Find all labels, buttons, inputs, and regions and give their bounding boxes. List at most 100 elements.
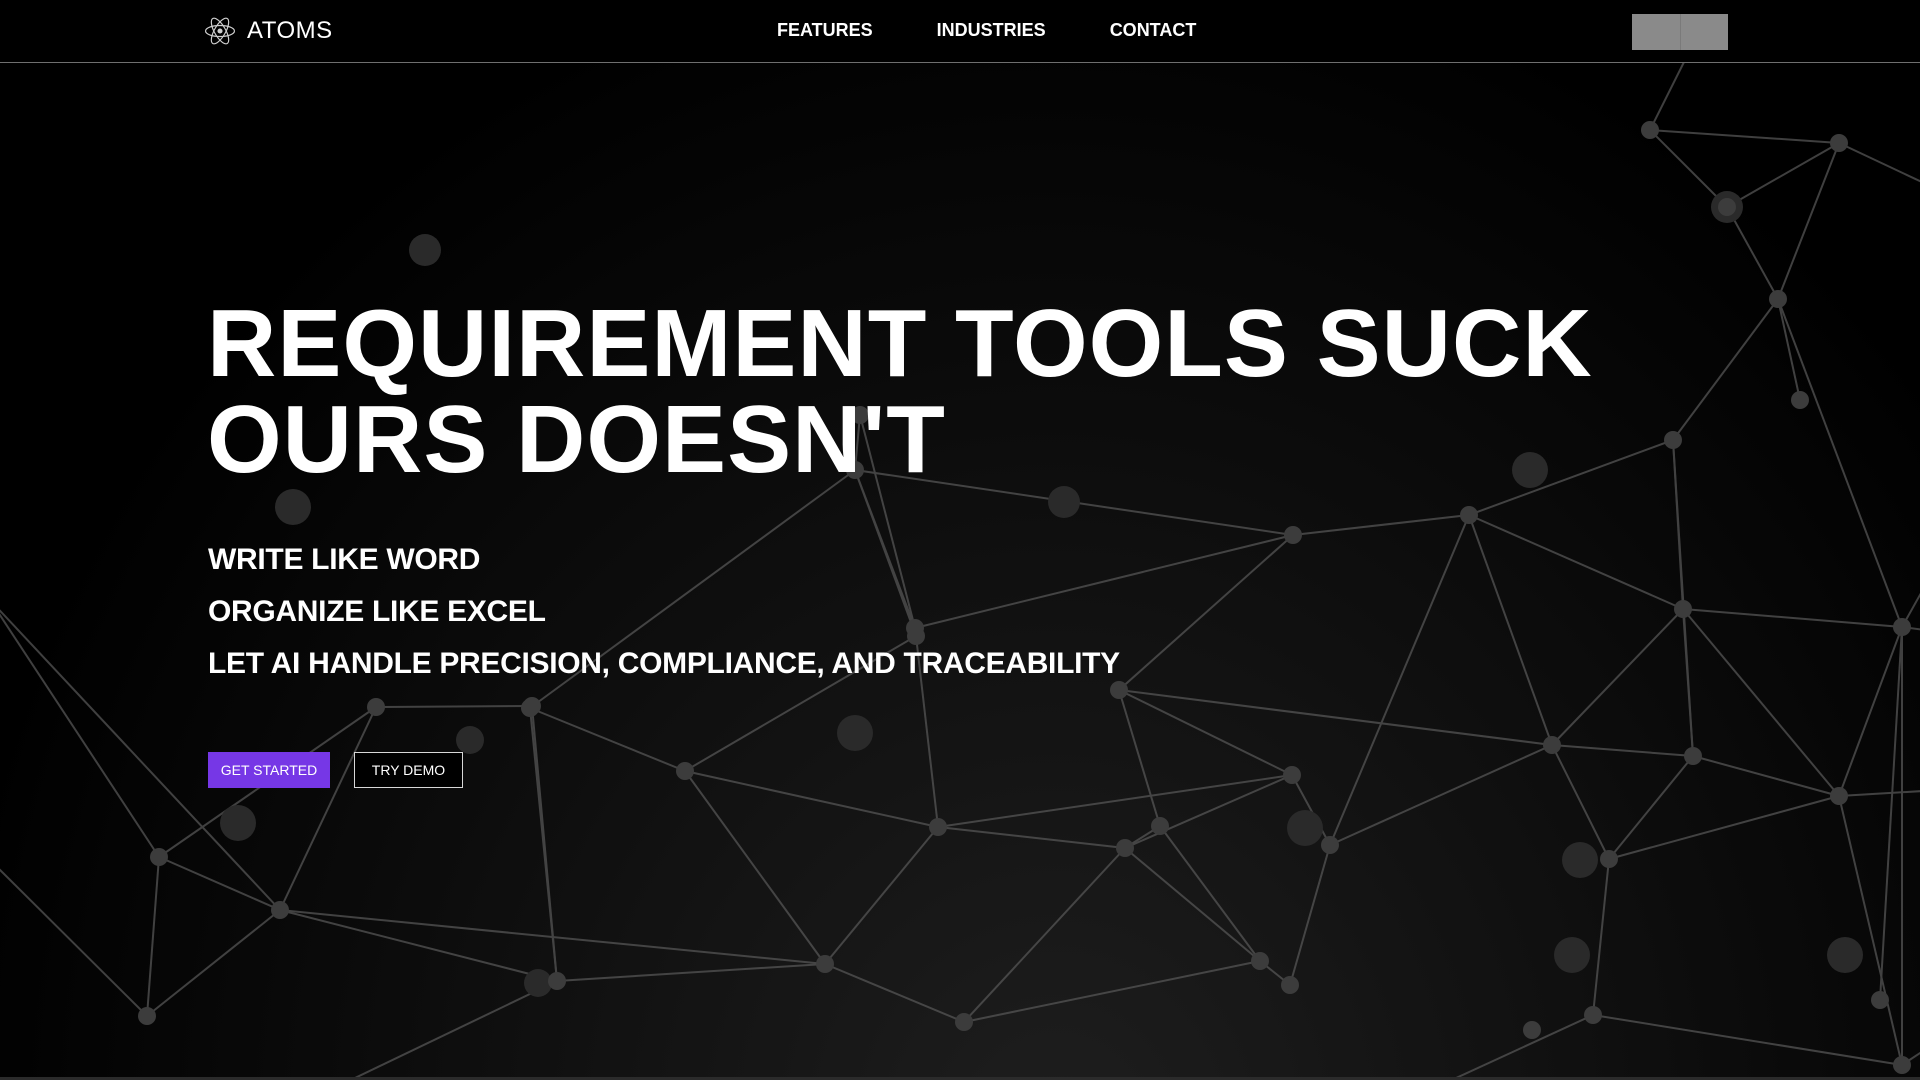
network-edge <box>1124 847 1261 962</box>
network-node <box>1893 618 1911 636</box>
network-node <box>1871 991 1889 1009</box>
network-edge <box>824 826 939 965</box>
brand-logo[interactable]: ATOMS <box>203 13 333 49</box>
get-started-button[interactable]: GET STARTED <box>208 752 330 788</box>
network-edge <box>1649 129 1840 144</box>
network-edge <box>1118 689 1293 776</box>
network-node <box>929 818 947 836</box>
network-edge <box>279 909 826 965</box>
network-node-faint <box>275 489 311 525</box>
network-edge <box>1468 514 1684 610</box>
network-node <box>1283 766 1301 784</box>
network-edge <box>1649 129 1728 208</box>
network-edge <box>1838 795 1903 1066</box>
network-edge <box>1682 608 1840 797</box>
network-edge <box>1608 795 1840 860</box>
nav-link-industries[interactable]: INDUSTRIES <box>937 20 1046 41</box>
network-edge <box>1838 790 1920 797</box>
network-node-faint <box>1287 810 1323 846</box>
network-edge <box>529 707 686 772</box>
hero-title-line-1: REQUIREMENT TOOLS SUCK <box>207 290 1593 397</box>
network-edge <box>1592 858 1610 1016</box>
network-edge <box>684 770 939 828</box>
network-edge <box>1672 298 1779 441</box>
network-background <box>0 21 1920 1080</box>
network-edge <box>1292 514 1470 536</box>
network-node <box>150 848 168 866</box>
network-edge <box>1592 1014 1903 1066</box>
hero-title: REQUIREMENT TOOLS SUCK OURS DOESN'T <box>207 296 1593 488</box>
network-edge <box>158 856 281 911</box>
network-edge <box>1551 744 1694 757</box>
network-node <box>955 1013 973 1031</box>
network-edge <box>531 705 558 982</box>
network-edge <box>146 856 160 1017</box>
network-edge <box>1118 689 1161 827</box>
try-demo-button[interactable]: TRY DEMO <box>354 752 463 788</box>
network-edge <box>348 980 558 1080</box>
network-edge <box>1329 744 1553 846</box>
network-edge <box>1551 744 1610 860</box>
network-node <box>1674 600 1692 618</box>
top-navbar: ATOMS FEATURES INDUSTRIES CONTACT <box>0 0 1920 63</box>
network-edge <box>1777 298 1903 628</box>
network-node <box>1718 198 1736 216</box>
network-node <box>1284 526 1302 544</box>
network-node-faint <box>409 234 441 266</box>
network-edge <box>1672 439 1694 757</box>
network-edge <box>1449 1014 1594 1080</box>
hero-taglines: WRITE LIKE WORD ORGANIZE LIKE EXCEL LET … <box>208 545 1120 701</box>
network-node-faint <box>1048 486 1080 518</box>
network-edge <box>1289 844 1331 986</box>
network-edge <box>1692 755 1840 797</box>
network-node-faint <box>456 726 484 754</box>
network-edge <box>1118 689 1553 746</box>
network-node <box>1251 952 1269 970</box>
network-node <box>1460 506 1478 524</box>
network-node <box>816 955 834 973</box>
network-node <box>1584 1006 1602 1024</box>
tagline-excel: ORGANIZE LIKE EXCEL <box>208 595 546 628</box>
network-edge <box>1551 608 1684 746</box>
network-node <box>271 901 289 919</box>
main-nav: FEATURES INDUSTRIES CONTACT <box>777 20 1196 41</box>
network-node <box>1769 290 1787 308</box>
network-edge <box>1879 626 1903 1001</box>
network-edge <box>1608 755 1694 860</box>
network-edge <box>824 963 965 1023</box>
network-node-faint <box>1562 842 1598 878</box>
network-edge <box>1118 534 1294 691</box>
network-node <box>1523 1021 1541 1039</box>
network-edge <box>0 868 148 1017</box>
nav-link-features[interactable]: FEATURES <box>777 20 873 41</box>
network-node-faint <box>837 715 873 751</box>
nav-link-contact[interactable]: CONTACT <box>1110 20 1197 41</box>
network-node-faint <box>220 805 256 841</box>
network-edge <box>146 909 281 1017</box>
network-edge <box>375 705 533 708</box>
network-node <box>1830 787 1848 805</box>
network-node <box>1116 839 1134 857</box>
tagline-word: WRITE LIKE WORD <box>208 543 481 576</box>
network-node-faint <box>524 969 552 997</box>
network-edge <box>684 770 826 965</box>
network-edge <box>1838 142 1920 183</box>
network-node <box>1684 747 1702 765</box>
network-node <box>1543 736 1561 754</box>
network-edge <box>1159 825 1261 962</box>
network-edge <box>1329 514 1470 846</box>
network-edge <box>1726 142 1840 208</box>
network-edge <box>1901 592 1920 628</box>
tagline-ai: LET AI HANDLE PRECISION, COMPLIANCE, AND… <box>208 647 1120 680</box>
network-edge <box>556 963 826 982</box>
network-node <box>1151 817 1169 835</box>
network-node <box>1641 121 1659 139</box>
landing-page: ATOMS FEATURES INDUSTRIES CONTACT REQUIR… <box>0 0 1920 1080</box>
network-edge <box>1777 142 1840 300</box>
network-edge <box>1468 514 1553 746</box>
network-node <box>1281 976 1299 994</box>
nav-account-button[interactable] <box>1632 14 1728 50</box>
network-node <box>1893 1056 1911 1074</box>
network-node-faint <box>1554 937 1590 973</box>
network-edge <box>279 706 377 911</box>
